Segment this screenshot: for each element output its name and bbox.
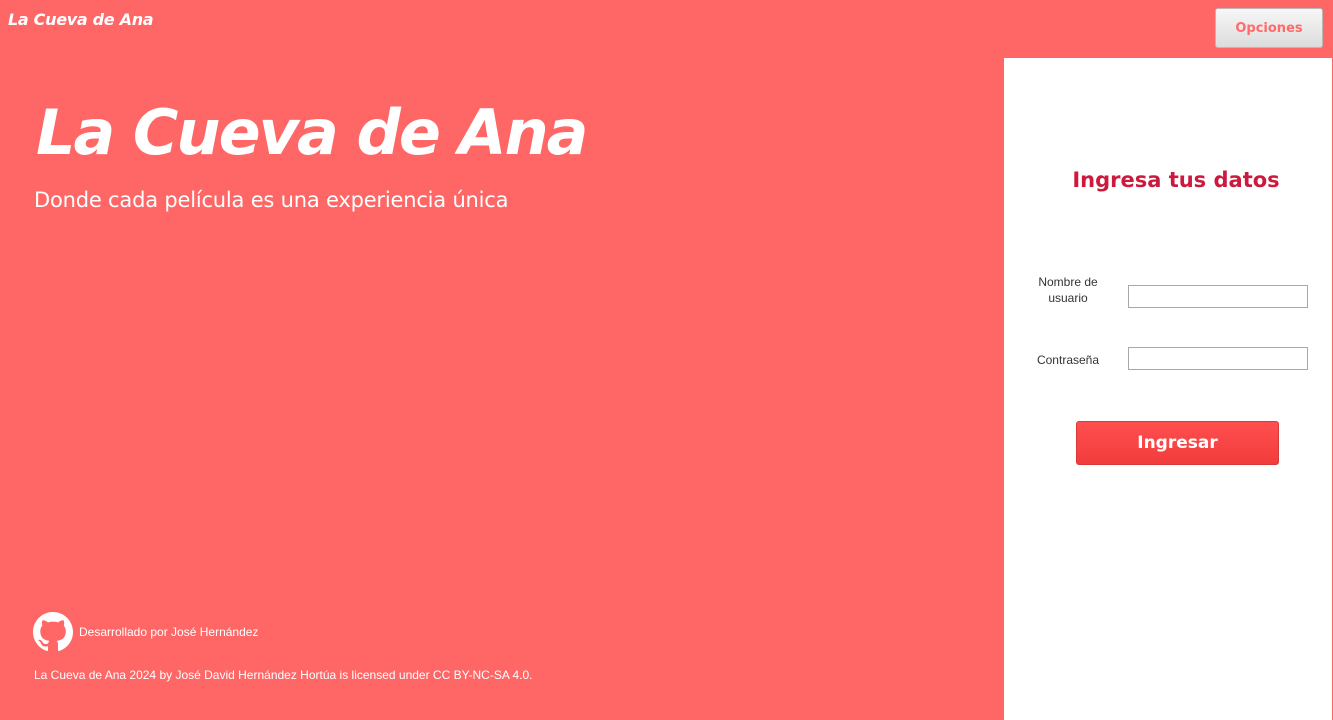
- username-input[interactable]: [1128, 285, 1308, 308]
- hero-title: La Cueva de Ana: [36, 96, 588, 169]
- github-icon[interactable]: [33, 612, 73, 652]
- username-label: Nombre de usuario: [1038, 275, 1098, 305]
- password-input[interactable]: [1128, 347, 1308, 370]
- hero-subtitle: Donde cada película es una experiencia ú…: [34, 188, 509, 212]
- login-heading: Ingresa tus datos: [1072, 168, 1280, 192]
- developer-credit: Desarrollado por José Hernández: [79, 625, 259, 639]
- options-button[interactable]: Opciones: [1215, 8, 1323, 48]
- license-text: La Cueva de Ana 2024 by José David Herná…: [34, 668, 533, 682]
- login-panel: Ingresa tus datos Nombre de usuario Cont…: [1004, 58, 1332, 720]
- app-window: La Cueva de Ana Opciones La Cueva de Ana…: [0, 0, 1333, 720]
- login-button[interactable]: Ingresar: [1076, 421, 1279, 465]
- password-label: Contraseña: [1036, 353, 1100, 367]
- window-title: La Cueva de Ana: [8, 10, 154, 29]
- github-link[interactable]: Desarrollado por José Hernández: [33, 612, 258, 652]
